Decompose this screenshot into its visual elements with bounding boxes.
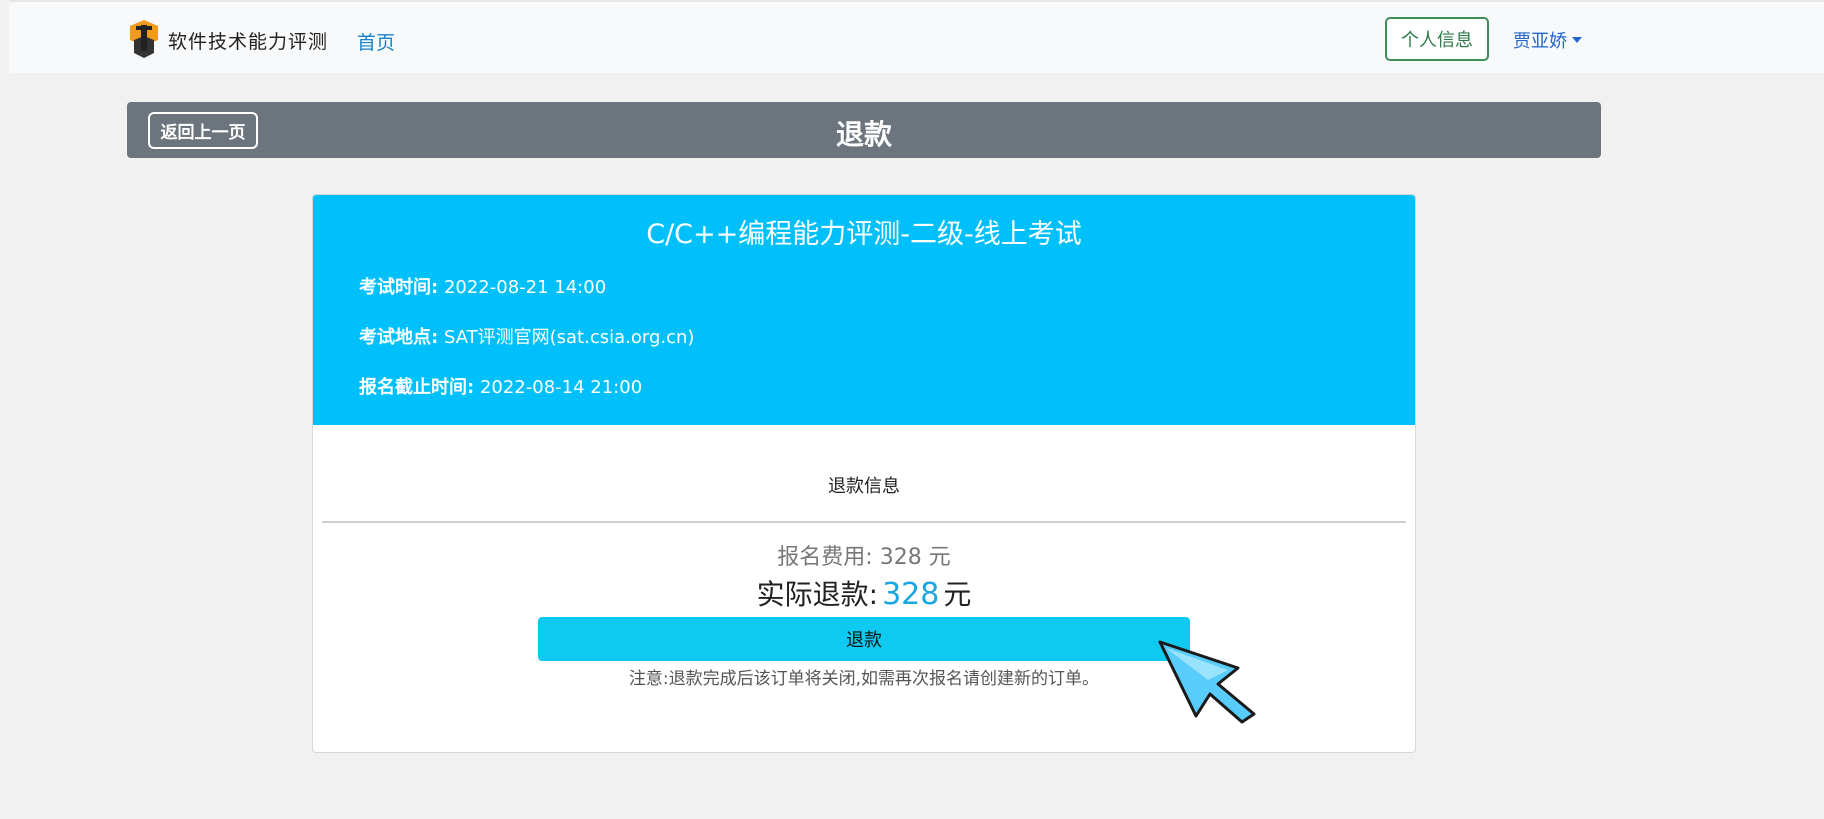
mouse-pointer-icon: [1158, 640, 1256, 724]
brand-logo-icon: [130, 20, 158, 58]
user-dropdown[interactable]: 贾亚娇: [1513, 27, 1582, 53]
exam-time: 考试时间: 2022-08-21 14:00: [359, 273, 606, 299]
profile-button[interactable]: 个人信息: [1385, 17, 1489, 61]
nav-home-link[interactable]: 首页: [357, 28, 395, 55]
exam-name: C/C++编程能力评测-二级-线上考试: [646, 219, 1082, 250]
exam-time-value: 2022-08-21 14:00: [443, 277, 607, 298]
actual-refund-label: 实际退款:: [756, 578, 879, 611]
divider: [322, 521, 1406, 523]
refund-button[interactable]: 退款: [538, 617, 1190, 661]
actual-refund-amount: 328: [882, 577, 940, 612]
exam-time-label: 考试时间:: [359, 277, 439, 298]
exam-info-header: C/C++编程能力评测-二级-线上考试 考试时间: 2022-08-21 14:…: [313, 195, 1415, 425]
exam-location-label: 考试地点:: [359, 327, 439, 348]
actual-refund-unit: 元: [943, 578, 972, 611]
exam-location: 考试地点: SAT评测官网(sat.csia.org.cn): [359, 323, 694, 349]
top-navbar: 软件技术能力评测 首页 个人信息 贾亚娇: [9, 0, 1824, 73]
user-name: 贾亚娇: [1513, 31, 1567, 52]
exam-location-value: SAT评测官网(sat.csia.org.cn): [443, 327, 695, 348]
chevron-down-icon: [1572, 37, 1582, 43]
deadline-label: 报名截止时间:: [359, 377, 475, 398]
refund-info-title: 退款信息: [828, 476, 900, 497]
actual-refund: 实际退款: 328 元: [313, 573, 1415, 613]
page-title-bar: 返回上一页 退款: [127, 102, 1601, 158]
brand-name: 软件技术能力评测: [168, 30, 329, 53]
registration-fee: 报名费用: 328 元: [313, 539, 1415, 571]
brand[interactable]: 软件技术能力评测: [126, 20, 328, 60]
registration-deadline: 报名截止时间: 2022-08-14 21:00: [359, 373, 642, 399]
page-title: 退款: [835, 118, 892, 151]
fee-label: 报名费用:: [777, 545, 873, 570]
fee-value: 328 元: [879, 545, 951, 570]
deadline-value: 2022-08-14 21:00: [479, 377, 643, 398]
